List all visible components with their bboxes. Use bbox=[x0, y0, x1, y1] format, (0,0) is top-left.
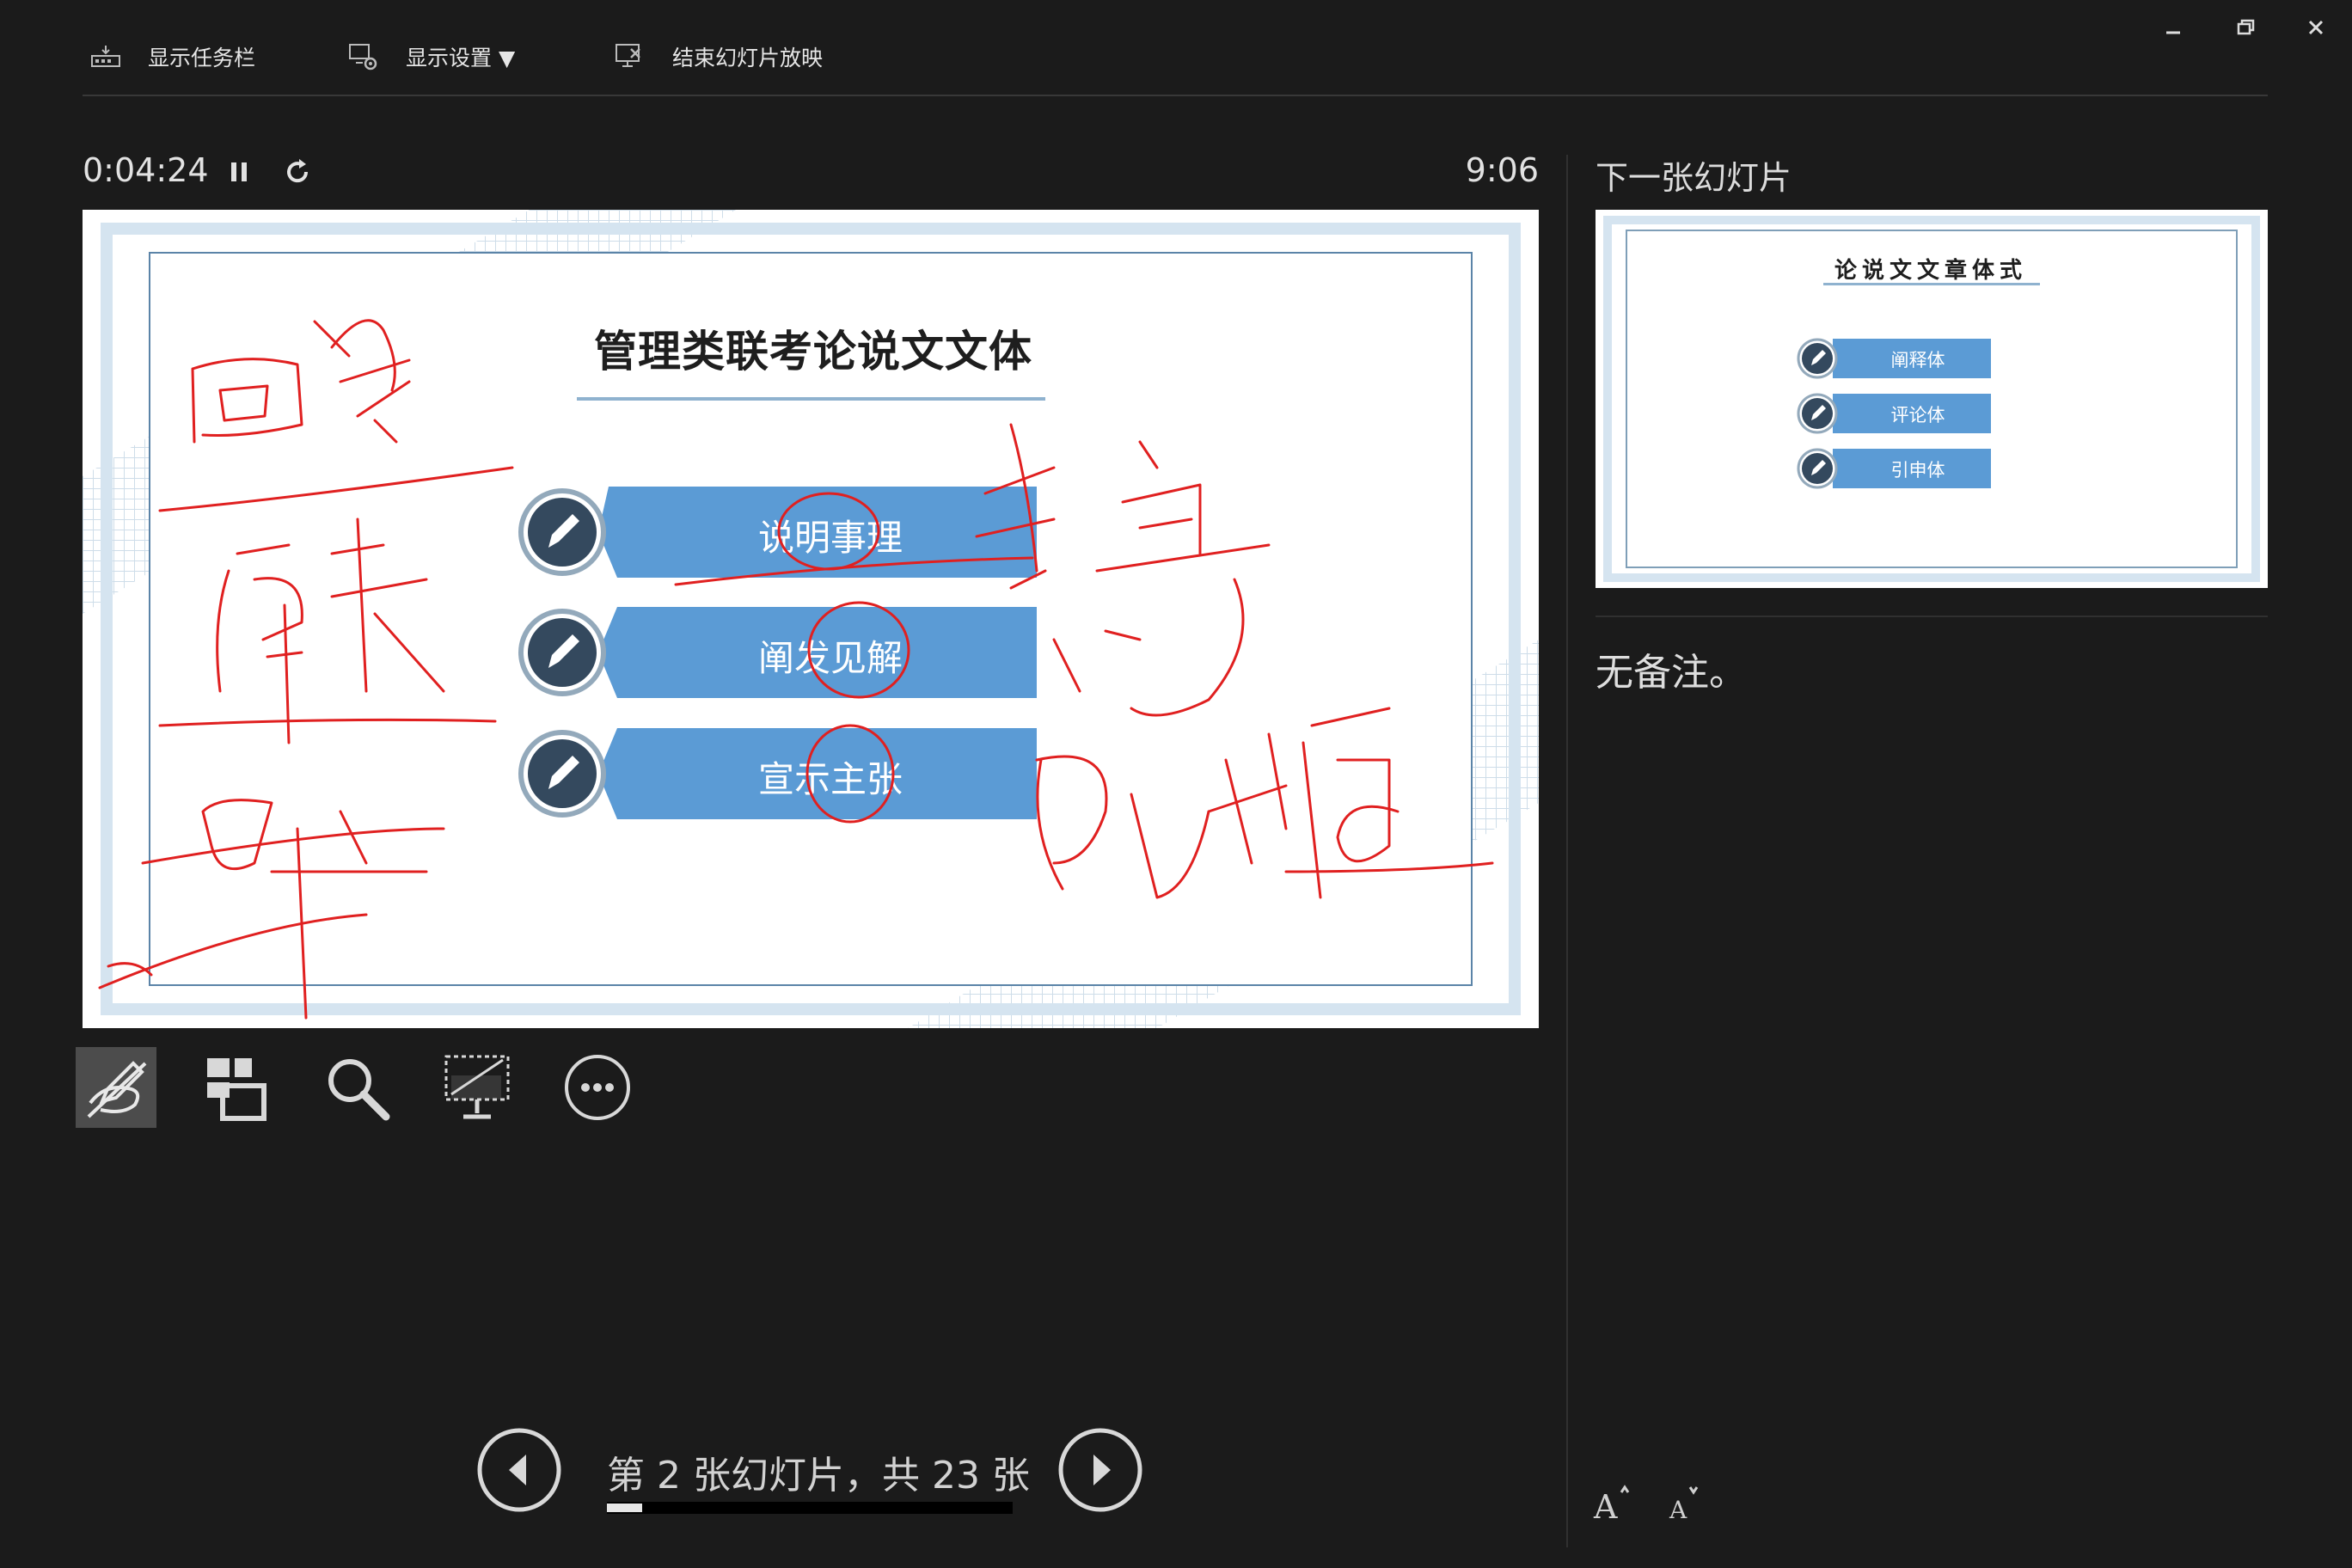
decrease-font-button[interactable]: A bbox=[1659, 1480, 1706, 1527]
close-icon bbox=[2308, 20, 2324, 35]
pause-timer-button[interactable] bbox=[222, 155, 256, 189]
decrease-font-icon: A bbox=[1669, 1486, 1699, 1524]
next-slide-title: 论说文文章体式 bbox=[1834, 258, 2027, 284]
slide-item-label-1: 说明事理 bbox=[757, 517, 903, 559]
restart-icon bbox=[287, 159, 309, 183]
increase-font-button[interactable]: A bbox=[1589, 1480, 1635, 1527]
display-settings-icon bbox=[349, 44, 377, 70]
slide-progress-bar bbox=[607, 1502, 1013, 1514]
slide-counter: 第 2 张幻灯片，共 23 张 bbox=[607, 1454, 1030, 1498]
zoom-icon bbox=[328, 1059, 390, 1121]
current-slide: 管理类联考论说文文体 说明事理 阐发见解 宣示主张 bbox=[83, 210, 1539, 1028]
notes-divider bbox=[1596, 616, 2268, 617]
restart-timer-button[interactable] bbox=[280, 155, 315, 189]
pen-tools-button[interactable] bbox=[76, 1047, 156, 1128]
end-slideshow-button[interactable]: 结束幻灯片放映 bbox=[614, 34, 823, 79]
minimize-button[interactable] bbox=[2158, 12, 2189, 43]
zoom-button[interactable] bbox=[316, 1047, 397, 1128]
next-slide-item-1: 阐释体 bbox=[1890, 350, 1945, 371]
next-slide-label: 下一张幻灯片 bbox=[1596, 159, 1792, 197]
show-taskbar-button[interactable]: 显示任务栏 bbox=[89, 34, 255, 79]
display-settings-button[interactable]: 显示设置 ▼ bbox=[347, 34, 515, 79]
next-slide-button[interactable] bbox=[1057, 1427, 1143, 1513]
next-icon bbox=[1058, 1428, 1142, 1512]
minimize-icon bbox=[2166, 31, 2180, 34]
more-options-icon bbox=[565, 1055, 630, 1120]
previous-icon bbox=[477, 1428, 561, 1512]
slide-progress-fill bbox=[607, 1504, 643, 1512]
restore-button[interactable] bbox=[2230, 12, 2261, 43]
svg-text:A: A bbox=[1593, 1488, 1618, 1526]
end-show-icon bbox=[616, 44, 640, 67]
panel-divider bbox=[1566, 155, 1568, 1547]
speaker-notes: 无备注。 bbox=[1596, 651, 1747, 695]
previous-slide-button[interactable] bbox=[476, 1427, 562, 1513]
next-slide-item-3: 引申体 bbox=[1890, 460, 1945, 481]
black-screen-icon bbox=[444, 1055, 510, 1119]
pen-tools-icon bbox=[87, 1061, 147, 1118]
restore-icon bbox=[2237, 19, 2255, 35]
slide-item-label-3: 宣示主张 bbox=[757, 758, 903, 800]
slide-item-label-2: 阐发见解 bbox=[757, 637, 903, 679]
next-slide-item-2: 评论体 bbox=[1890, 405, 1945, 426]
more-options-button[interactable] bbox=[557, 1047, 638, 1128]
end-slideshow-label: 结束幻灯片放映 bbox=[672, 46, 824, 70]
display-settings-label: 显示设置 ▼ bbox=[406, 46, 516, 70]
taskbar-icon bbox=[91, 46, 120, 67]
elapsed-timer: 0:04:24 bbox=[83, 151, 209, 189]
slide-title: 管理类联考论说文文体 bbox=[594, 327, 1032, 377]
svg-text:A: A bbox=[1669, 1496, 1687, 1524]
pause-icon bbox=[231, 162, 247, 181]
see-all-slides-icon bbox=[207, 1058, 266, 1121]
increase-font-icon: A bbox=[1593, 1485, 1630, 1526]
see-all-slides-button[interactable] bbox=[196, 1047, 277, 1128]
toolbar-divider bbox=[83, 95, 2268, 96]
black-screen-button[interactable] bbox=[437, 1047, 518, 1128]
show-taskbar-label: 显示任务栏 bbox=[148, 46, 256, 70]
close-button[interactable] bbox=[2300, 12, 2331, 43]
next-slide-preview[interactable]: 论说文文章体式 阐释体 评论体 引申体 bbox=[1596, 210, 2268, 588]
current-time: 9:06 bbox=[1465, 151, 1539, 189]
